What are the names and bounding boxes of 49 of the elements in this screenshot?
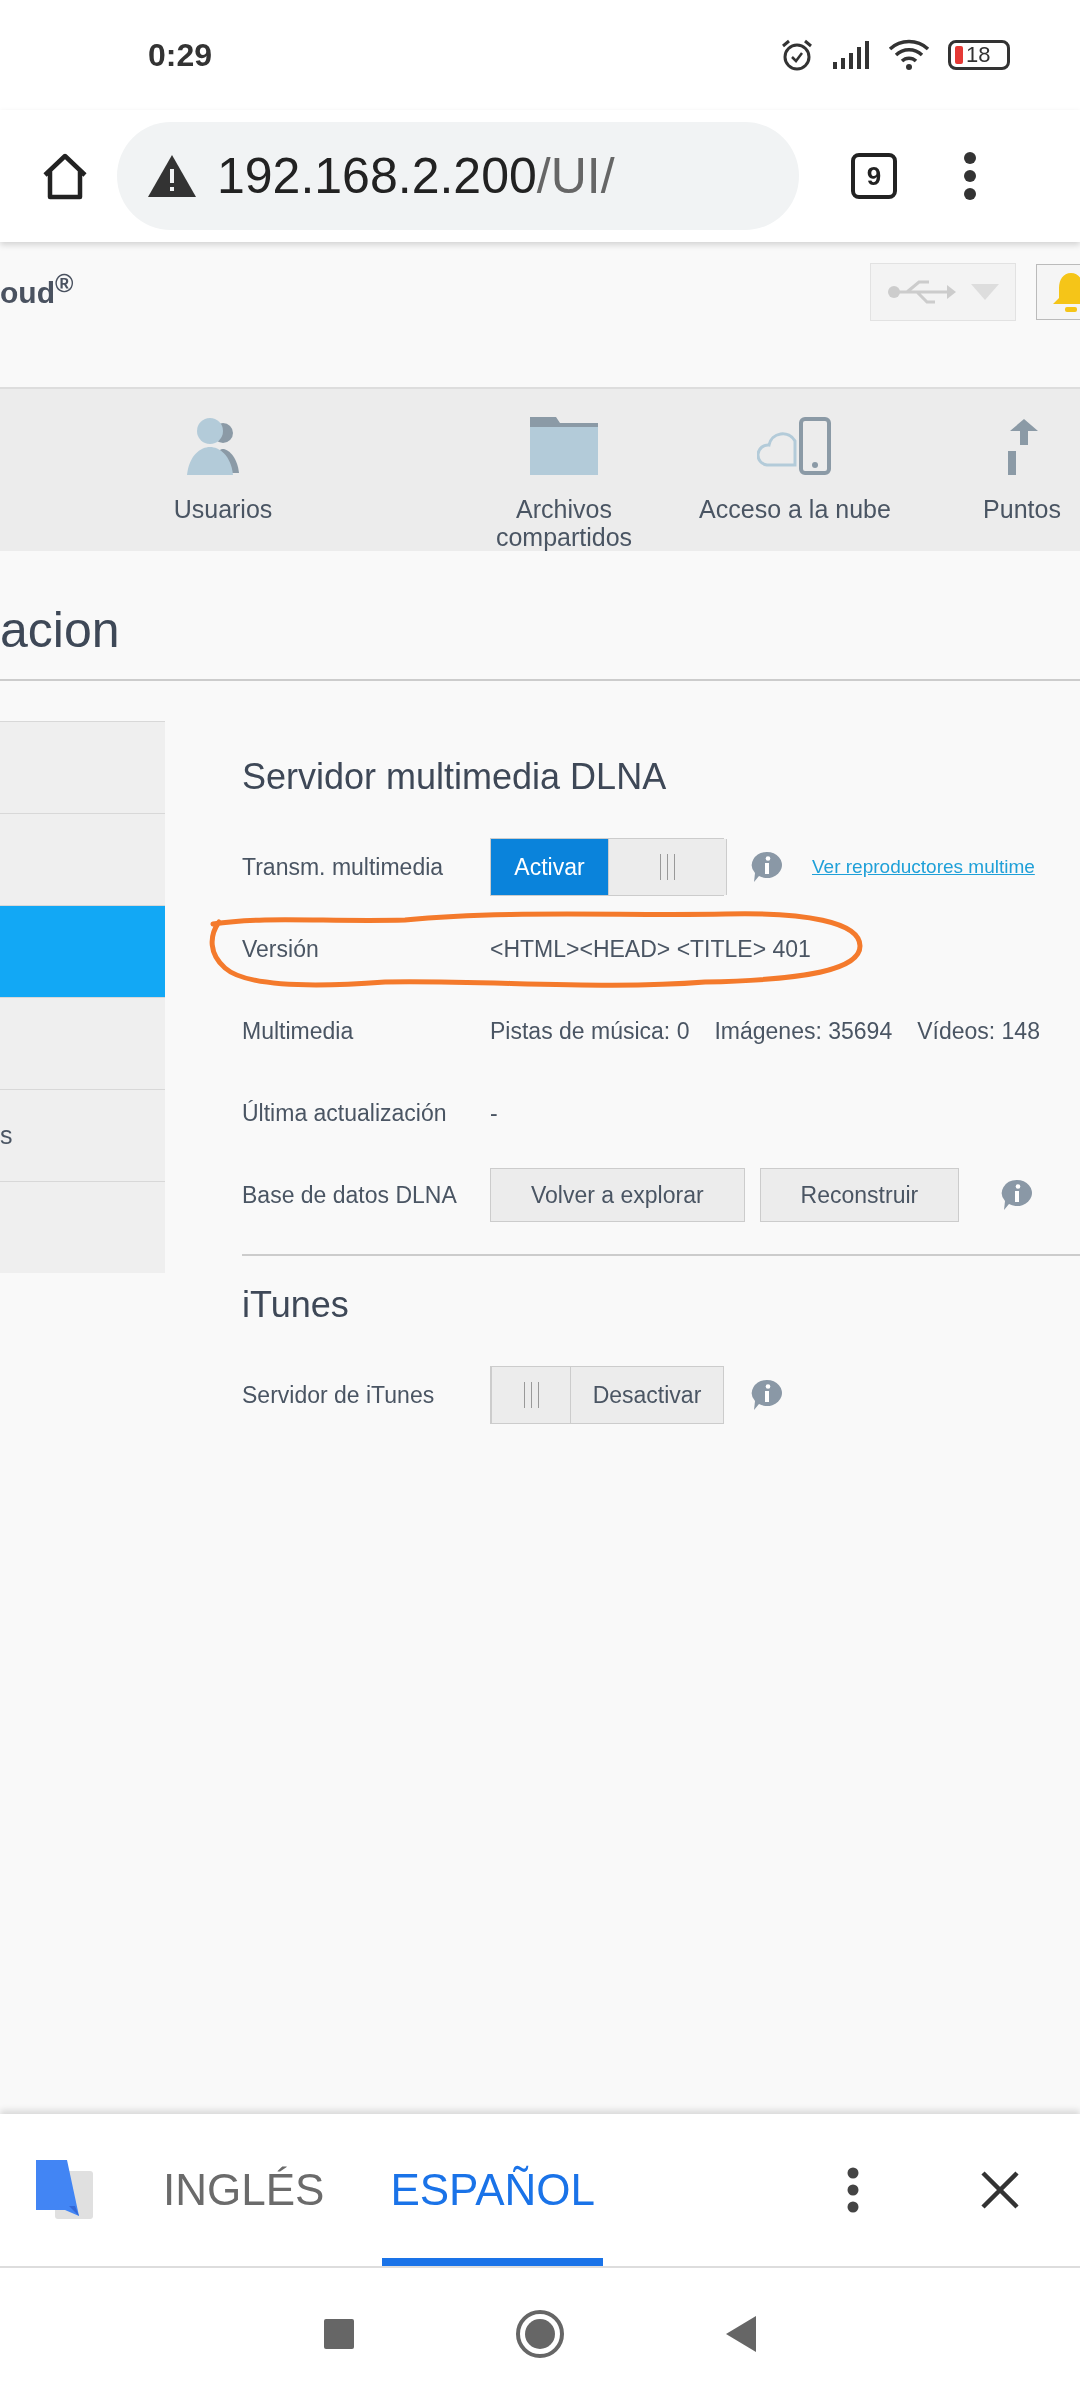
folder-icon — [528, 415, 600, 477]
cloud-phone-icon — [757, 415, 833, 477]
wifi-icon — [888, 39, 930, 71]
url-text: 192.168.2.200/UI/ — [217, 147, 615, 205]
translate-icon — [35, 2159, 95, 2221]
brand-logo-text: oud$^{®}$ — [0, 269, 74, 310]
recents-icon[interactable] — [323, 2318, 355, 2350]
field-label: Versión — [242, 935, 320, 963]
field-value: - — [490, 1099, 498, 1127]
field-label: Transm. multimedia — [242, 853, 445, 881]
section-title: iTunes — [242, 1284, 350, 1326]
language-tab[interactable]: INGLÉS — [155, 2114, 333, 2266]
back-icon[interactable] — [725, 2315, 757, 2353]
bell-icon — [1051, 271, 1080, 313]
toggle-switch[interactable]: Desactivar — [490, 1366, 724, 1424]
field-value: <HTML><HEAD> <TITLE> 401 — [490, 935, 811, 963]
page-title: acion — [0, 601, 120, 659]
nav-tab[interactable]: Archivos compartidos — [470, 389, 658, 551]
battery-icon: 18 — [948, 40, 1010, 70]
action-button[interactable]: Reconstruir — [759, 1168, 960, 1222]
more-icon[interactable] — [846, 2167, 860, 2213]
sidebar-item[interactable]: s — [0, 1089, 165, 1181]
info-icon[interactable] — [750, 1378, 784, 1412]
tab-count-button[interactable]: 9 — [851, 153, 897, 199]
toggle-handle[interactable] — [608, 839, 727, 895]
section-title: Servidor multimedia DLNA — [242, 756, 668, 798]
stat-value: Pistas de música: 0 — [490, 1017, 690, 1045]
field-label: Última actualización — [242, 1099, 448, 1127]
field-label: Multimedia — [242, 1017, 355, 1045]
action-button[interactable]: Volver a explorar — [490, 1168, 745, 1222]
toggle-handle[interactable] — [491, 1367, 571, 1423]
field-label: Servidor de iTunes — [242, 1381, 436, 1409]
notifications-button[interactable] — [1036, 264, 1080, 320]
stat-value: Vídeos: 148 — [917, 1017, 1040, 1045]
clock: 0:29 — [148, 36, 213, 74]
toggle-label: Desactivar — [571, 1367, 723, 1423]
info-icon[interactable] — [750, 850, 784, 884]
nav-tab[interactable]: Usuarios — [103, 389, 343, 551]
alarm-icon — [780, 38, 814, 72]
field-label: Base de datos DLNA — [242, 1181, 458, 1209]
info-icon[interactable] — [1000, 1178, 1035, 1212]
address-bar[interactable]: 192.168.2.200/UI/ — [117, 122, 799, 230]
stat-value: Imágenes: 35694 — [714, 1017, 893, 1045]
close-icon[interactable] — [980, 2170, 1020, 2210]
menu-icon[interactable] — [963, 151, 977, 201]
warning-icon — [147, 154, 197, 198]
signal-icon — [832, 40, 870, 70]
toggle-switch[interactable]: Activar — [490, 838, 724, 896]
toggle-label: Activar — [491, 839, 608, 895]
